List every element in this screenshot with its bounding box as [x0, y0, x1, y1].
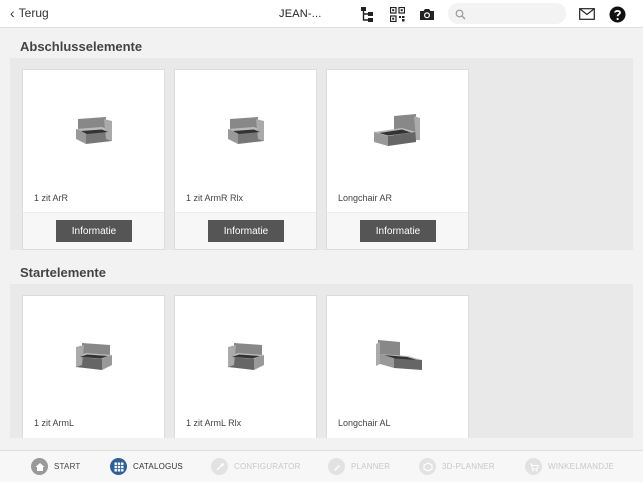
nav-label: START [54, 462, 81, 471]
armchair-left-icon [23, 306, 164, 406]
nav-label: 3D-PLANNER [442, 462, 495, 471]
product-name: 1 zit ArmL [34, 418, 75, 428]
product-name: 1 zit ArmR Rlx [186, 193, 244, 203]
card-footer: Informatie [23, 212, 164, 249]
section-start: 1 zit ArmL 1 zit ArmL Rlx Longchair AL [10, 284, 633, 438]
section-title-start: Startelemente [20, 265, 106, 280]
top-bar: ‹ Terug JEAN-... [0, 0, 643, 28]
chevron-left-icon: ‹ [10, 5, 15, 21]
catalog-content[interactable]: Abschlusselemente 1 zit ArR Informatie 1… [10, 28, 633, 438]
search-field[interactable] [448, 3, 566, 24]
product-card[interactable]: Longchair AR Informatie [326, 69, 469, 250]
product-name: Longchair AR [338, 193, 393, 203]
search-icon [455, 7, 466, 25]
page-title: JEAN-... [279, 8, 322, 20]
nav-label: PLANNER [351, 462, 391, 471]
product-card[interactable]: 1 zit ArmL Rlx [174, 295, 317, 438]
longchair-left-icon [327, 306, 468, 406]
nav-label: CONFIGURATOR [234, 462, 301, 471]
info-button[interactable]: Informatie [56, 220, 132, 242]
nav-label: CATALOGUS [133, 462, 183, 471]
longchair-right-icon [327, 80, 468, 180]
product-card[interactable]: 1 zit ArmR Rlx Informatie [174, 69, 317, 250]
product-name: 1 zit ArmL Rlx [186, 418, 242, 428]
armchair-right-icon [23, 80, 164, 180]
product-name: 1 zit ArR [34, 193, 69, 203]
armchair-left-relax-icon [175, 306, 316, 406]
info-button[interactable]: Informatie [360, 220, 436, 242]
nav-configurator[interactable]: CONFIGURATOR [211, 458, 301, 475]
armchair-right-relax-icon [175, 80, 316, 180]
nav-label: WINKELMANDJE [548, 462, 614, 471]
card-footer: Informatie [175, 212, 316, 249]
qr-code-icon[interactable] [388, 5, 406, 23]
bottom-nav: START CATALOGUS CONFIGURATOR PLANNER 3D-… [0, 450, 643, 482]
info-button[interactable]: Informatie [208, 220, 284, 242]
product-card[interactable]: 1 zit ArR Informatie [22, 69, 165, 250]
nav-3d-planner[interactable]: 3D-PLANNER [419, 458, 495, 475]
section-abschluss: 1 zit ArR Informatie 1 zit ArmR Rlx Info… [10, 58, 633, 250]
back-button[interactable]: ‹ Terug [10, 6, 49, 20]
product-name: Longchair AL [338, 418, 391, 428]
hierarchy-icon[interactable] [358, 5, 376, 23]
home-icon [31, 458, 48, 475]
nav-start[interactable]: START [31, 458, 80, 475]
configurator-icon [211, 458, 228, 475]
planner-icon [328, 458, 345, 475]
mail-icon[interactable] [578, 5, 596, 23]
section-title-abschluss: Abschlusselemente [20, 39, 143, 54]
search-input[interactable] [470, 5, 562, 22]
nav-planner[interactable]: PLANNER [328, 458, 390, 475]
cart-icon [525, 458, 542, 475]
3d-planner-icon [419, 458, 436, 475]
grid-icon [110, 458, 127, 475]
nav-winkelmandje[interactable]: WINKELMANDJE [525, 458, 614, 475]
card-footer: Informatie [327, 212, 468, 249]
camera-icon[interactable] [418, 5, 436, 23]
help-icon[interactable] [608, 5, 626, 23]
nav-catalogus[interactable]: CATALOGUS [110, 458, 183, 475]
back-label: Terug [18, 6, 49, 20]
product-card[interactable]: 1 zit ArmL [22, 295, 165, 438]
product-card[interactable]: Longchair AL [326, 295, 469, 438]
